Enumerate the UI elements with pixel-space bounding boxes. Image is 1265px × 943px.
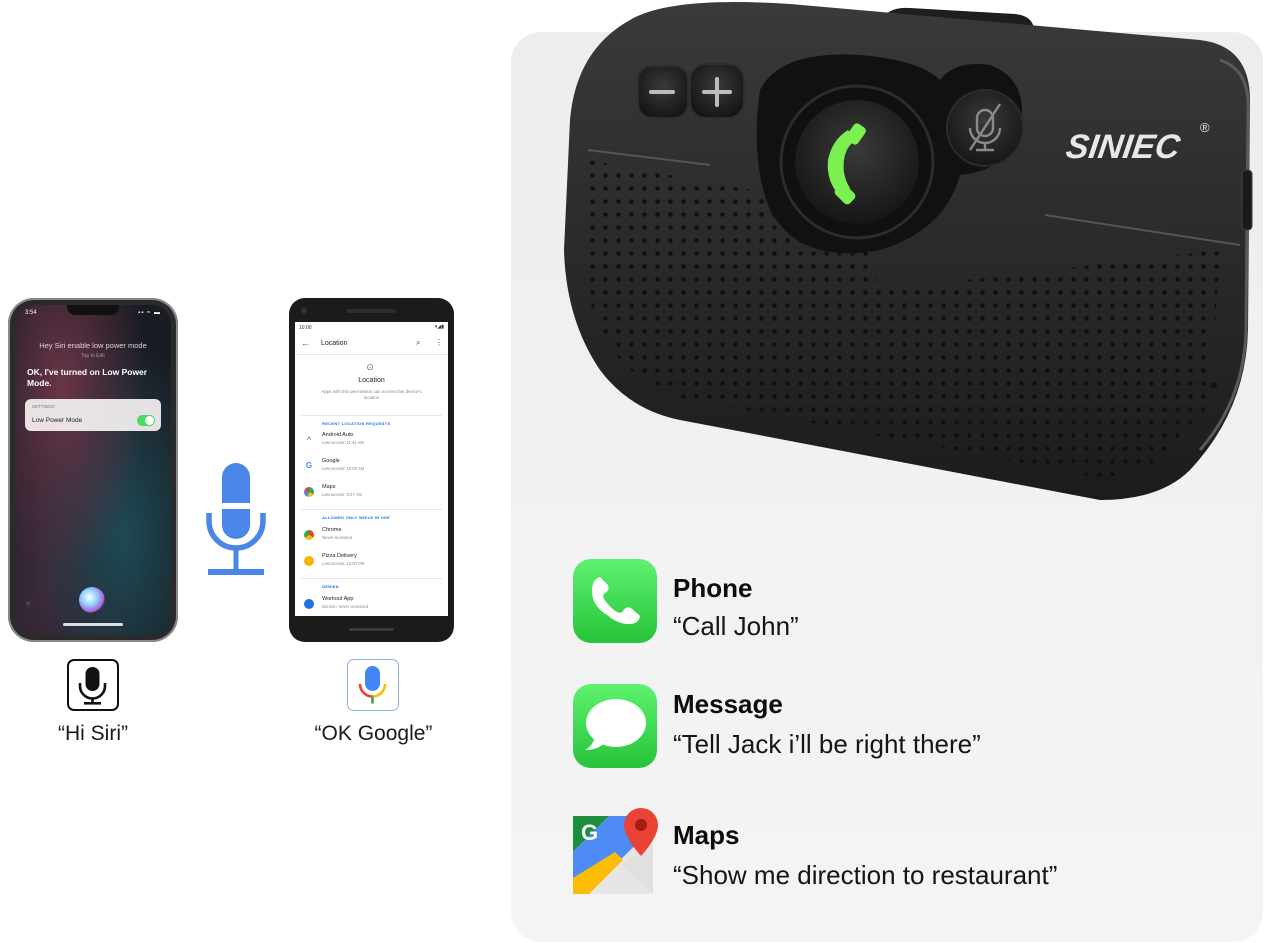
more-options-icon[interactable]: ⋮ [435,338,443,347]
section-header: ALLOWED ONLY WHILE IN USE [322,515,390,520]
pizza-icon [304,556,314,566]
section-header: RECENT LOCATION REQUESTS [322,421,391,426]
android-clock: 10:00 [299,325,312,331]
android-mockup: 10:00 ▾◢▮ ← Location ⌕ ⋮ ⊙ Location Apps… [289,298,454,642]
list-item-android-auto[interactable]: ^ Android Auto Last access: 11:41 AM [295,430,448,454]
feature-quote-message: “Tell Jack i’ll be right there” [673,729,981,759]
iphone-mockup: 3:54 ▪▪ ≈ ▬ Hey Siri enable low power mo… [8,298,178,642]
iphone-clock: 3:54 [25,310,37,316]
google-caption: “OK Google” [314,722,433,745]
section-header: DENIED [322,584,339,589]
list-item-name: Workout App [322,596,354,602]
list-item-name: Maps [322,484,336,490]
list-item-subtitle: Last access: 9:37 AM [322,492,362,497]
app-bar: ← Location ⌕ ⋮ [295,334,448,355]
microphone-icon [206,463,266,575]
list-item-name: Pizza Delivery [322,553,357,559]
iphone-status-icons: ▪▪ ≈ ▬ [138,310,161,316]
list-item-subtitle: Never accessed [322,535,353,540]
list-item-chrome[interactable]: Chrome Never accessed [295,525,448,549]
feature-name-message: Message [673,689,783,719]
home-indicator[interactable] [63,623,123,626]
divider [301,578,442,579]
google-g-icon: G [304,461,314,471]
divider [301,415,442,416]
maps-icon [304,487,314,497]
android-screen: 10:00 ▾◢▮ ← Location ⌕ ⋮ ⊙ Location Apps… [295,322,448,616]
android-status-icons: ▾◢▮ [434,324,444,330]
low-power-mode-label: Low Power Mode [32,417,83,424]
list-item-name: Chrome [322,527,342,533]
svg-text:G: G [581,820,598,845]
registered-mark: ® [1200,120,1210,135]
front-camera [301,308,307,314]
chrome-icon [304,530,314,540]
android-nav-bar [349,628,394,631]
app-bar-title: Location [321,340,348,347]
location-description: Apps with this permission can access thi… [321,389,422,400]
siri-caption: “Hi Siri” [58,722,128,745]
phone-app-icon [573,559,657,643]
list-item-subtitle: Last access: 12:00 PM [322,561,365,566]
back-arrow-icon[interactable]: ← [301,338,310,348]
settings-card-header: SETTINGS [32,404,55,409]
list-item-name: Android Auto [322,432,354,438]
search-icon[interactable]: ⌕ [416,338,420,348]
siri-request-text: Hey Siri enable low power mode [39,341,147,350]
list-item-subtitle: Last access: 10:02 AM [322,466,365,471]
feature-quote-phone: “Call John” [673,611,799,641]
google-maps-icon: G [573,808,659,894]
feature-quote-maps: “Show me direction to restaurant” [673,860,1058,890]
help-icon[interactable]: ? [26,602,30,609]
speakerphone-device: SINIEC ® [564,2,1253,500]
list-item-name: Google [322,458,340,464]
workout-icon [304,599,314,609]
list-item-maps[interactable]: Maps Last access: 9:37 AM [295,482,448,506]
iphone-notch [67,305,119,315]
feature-name-phone: Phone [673,573,753,603]
list-item-google[interactable]: G Google Last access: 10:02 AM [295,456,448,480]
siri-mic-icon [67,659,119,711]
list-item-workout-app[interactable]: Workout App Denied / never accessed [295,594,448,616]
earpiece-speaker [346,309,396,313]
divider [301,509,442,510]
location-pin-icon: ⊙ [366,362,374,372]
siri-reply-text: OK, I've turned on Low Power Mode. [27,367,148,388]
settings-card: SETTINGS Low Power Mode [25,399,161,431]
list-item-subtitle: Last access: 11:41 AM [322,440,364,445]
siri-orb-icon[interactable] [79,587,105,613]
brand-logo: SINIEC [1064,128,1184,166]
list-item-subtitle: Denied / never accessed [322,604,369,609]
list-item-pizza-delivery[interactable]: Pizza Delivery Last access: 12:00 PM [295,551,448,575]
location-heading: Location [358,377,385,384]
low-power-mode-toggle[interactable] [137,415,155,426]
messages-app-icon [573,684,657,768]
iphone-screen: 3:54 ▪▪ ≈ ▬ Hey Siri enable low power mo… [15,305,171,635]
android-auto-icon: ^ [304,435,314,445]
feature-name-maps: Maps [673,820,740,850]
google-assistant-mic-icon [347,659,399,711]
tap-to-edit-link[interactable]: Tap to Edit [15,353,171,359]
